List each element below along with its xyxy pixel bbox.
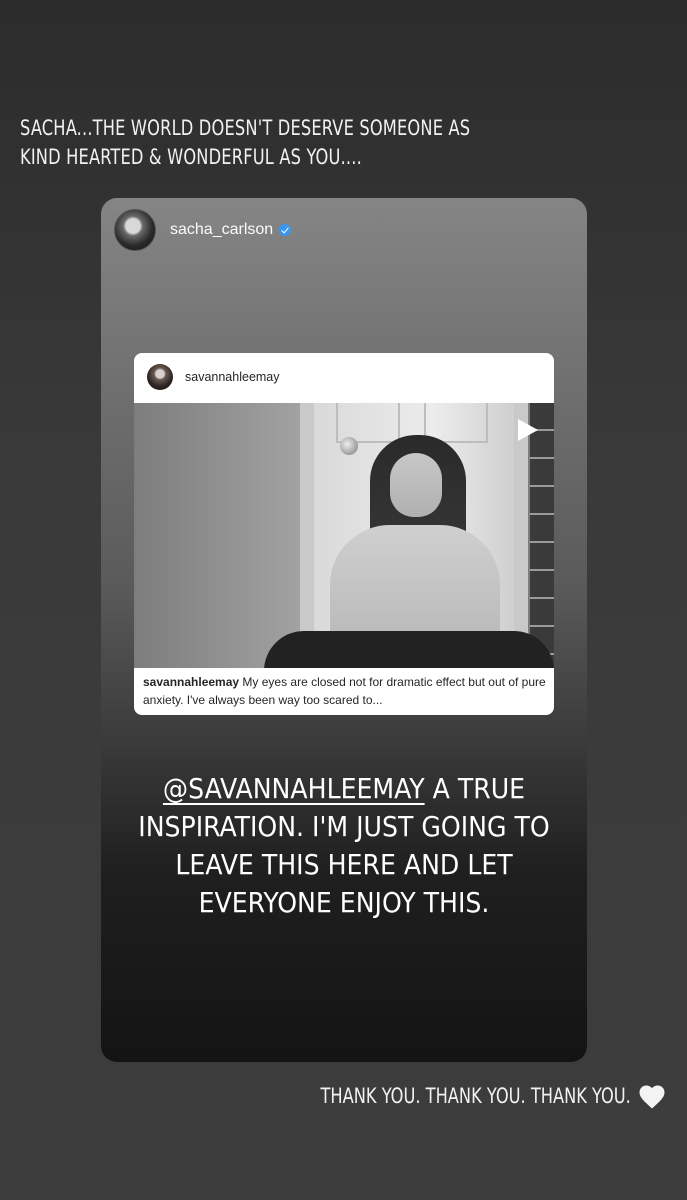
photo-person-face (390, 453, 442, 517)
story-bottom-caption: THANK YOU. THANK YOU. THANK YOU. (270, 1082, 667, 1110)
story-username[interactable]: sacha_carlson (170, 221, 273, 239)
shared-story-header[interactable]: sacha_carlson (114, 209, 292, 251)
post-username[interactable]: savannahleemay (185, 370, 280, 384)
white-heart-icon (639, 1085, 665, 1109)
bottom-caption-text: THANK YOU. THANK YOU. THANK YOU. (320, 1084, 631, 1108)
story-top-caption: SACHA...THE WORLD DOESN'T DESERVE SOMEON… (20, 114, 570, 172)
photo-wall (134, 403, 309, 668)
photo-person-legs (264, 631, 554, 668)
post-avatar[interactable] (147, 364, 173, 390)
post-image[interactable] (134, 403, 554, 668)
play-icon[interactable] (518, 419, 538, 441)
top-caption-line-2: KIND HEARTED & WONDERFUL AS YOU.... (20, 145, 362, 169)
photo-tile-wall (530, 403, 554, 668)
mention-link[interactable]: @SAVANNAHLEEMAY (163, 772, 425, 805)
verified-badge-icon (279, 224, 292, 236)
story-text-overlay: @SAVANNAHLEEMAY A TRUE INSPIRATION. I'M … (121, 770, 567, 922)
caption-username: savannahleemay (143, 675, 240, 689)
post-header[interactable]: savannahleemay (134, 353, 554, 401)
post-caption[interactable]: savannahleemay My eyes are closed not fo… (143, 673, 549, 709)
top-caption-line-1: SACHA...THE WORLD DOESN'T DESERVE SOMEON… (20, 116, 471, 140)
shared-story-card[interactable]: sacha_carlson savannahleemay savannahlee… (101, 198, 587, 1062)
photo-door-knob (340, 437, 358, 455)
embedded-post[interactable]: savannahleemay savannahleemay My eyes ar… (134, 353, 554, 715)
avatar[interactable] (114, 209, 156, 251)
